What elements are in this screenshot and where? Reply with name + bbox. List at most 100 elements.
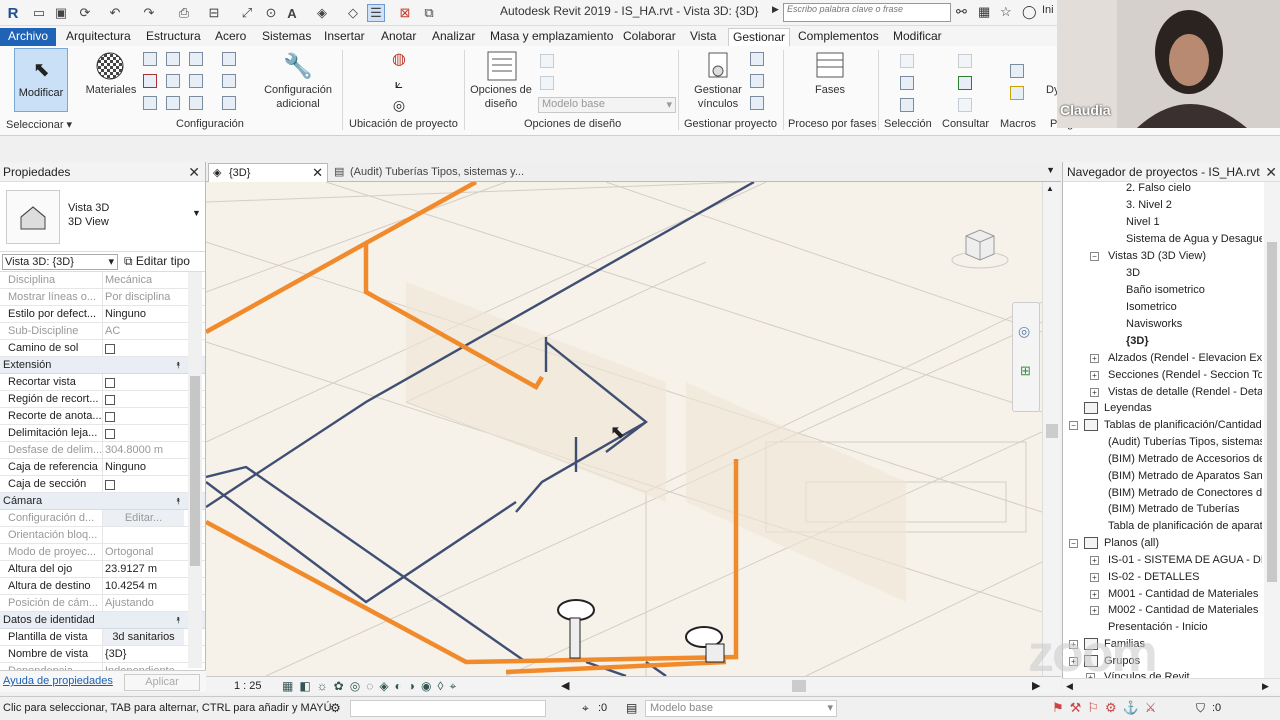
tab-vista[interactable]: Vista xyxy=(686,28,720,46)
property-row[interactable]: Recorte de anota... xyxy=(0,408,205,425)
property-value[interactable]: 304.8000 m xyxy=(102,442,184,458)
collapse-icon[interactable]: ⯭ xyxy=(176,612,181,628)
checkbox-icon[interactable] xyxy=(105,480,115,490)
undo-icon[interactable]: ↶ xyxy=(106,4,124,22)
expand-arrow-icon[interactable]: ▶ xyxy=(772,4,779,15)
property-row[interactable]: Nombre de vista {3D} xyxy=(0,646,205,663)
macro-manager-icon[interactable] xyxy=(1010,64,1024,78)
favorites-star-icon[interactable]: ☆ xyxy=(1000,4,1012,20)
property-value[interactable]: {3D} xyxy=(102,646,184,662)
property-value[interactable]: Por disciplina xyxy=(102,289,184,305)
property-row[interactable]: Desfase de delim... 304.8000 m xyxy=(0,442,205,459)
redo-icon[interactable]: ↷ xyxy=(140,4,158,22)
property-value[interactable]: Ortogonal xyxy=(102,544,184,560)
save-icon[interactable]: ▣ xyxy=(52,4,70,22)
navigation-bar[interactable]: ◎ ⊞ xyxy=(1012,302,1040,412)
close-icon[interactable]: ✕ xyxy=(312,164,323,182)
tab-gestionar[interactable]: Gestionar xyxy=(728,28,791,46)
filter-icon[interactable]: ⛉ xyxy=(1196,701,1205,716)
3d-view-canvas[interactable]: ◎ ⊞ ⬉ xyxy=(206,182,1042,676)
browser-tree-item[interactable]: Isometrico xyxy=(1126,299,1262,316)
property-category[interactable]: Cámara ⯭ xyxy=(0,493,205,510)
property-row[interactable]: Camino de sol xyxy=(0,340,205,357)
property-row[interactable]: Estilo por defect... Ninguno xyxy=(0,306,205,323)
design-option-icon[interactable]: ▤ xyxy=(626,701,637,715)
mep-settings-icon[interactable] xyxy=(222,74,236,88)
property-row[interactable]: Configuración d... Editar... xyxy=(0,510,205,527)
expand-icon[interactable]: + xyxy=(1090,573,1099,582)
transfer-standards-icon[interactable] xyxy=(143,96,157,110)
view-scale[interactable]: 1 : 25 xyxy=(234,680,262,692)
wrench-icon[interactable]: 🔧 xyxy=(282,50,314,82)
property-row[interactable]: Mostrar líneas o... Por disciplina xyxy=(0,289,205,306)
checkbox-icon[interactable] xyxy=(105,344,115,354)
browser-tree-item[interactable]: Planos (all) xyxy=(1104,535,1262,552)
panel-schedule-icon[interactable] xyxy=(222,96,236,110)
location-globe-icon[interactable]: ◍ xyxy=(388,48,410,70)
property-row[interactable]: Altura del ojo 23.9127 m xyxy=(0,561,205,578)
property-value[interactable]: Ninguno xyxy=(102,306,184,322)
scroll-left-icon[interactable]: ◀ xyxy=(561,679,569,692)
checkbox-icon[interactable] xyxy=(105,429,115,439)
tab-arquitectura[interactable]: Arquitectura xyxy=(62,28,135,46)
property-checkbox[interactable] xyxy=(102,408,184,424)
sign-in-text[interactable]: Ini xyxy=(1042,4,1054,16)
property-category[interactable]: Extensión ⯭ xyxy=(0,357,205,374)
switch-windows-icon[interactable]: ⧉ xyxy=(420,4,438,22)
thin-lines-icon[interactable]: ☰ xyxy=(367,4,385,22)
edit-type-button[interactable]: ⧉ Editar tipo xyxy=(124,254,190,269)
expand-icon[interactable]: + xyxy=(1090,371,1099,380)
search-input[interactable]: Escribo palabra clave o frase xyxy=(783,3,951,22)
expand-icon[interactable]: + xyxy=(1090,590,1099,599)
property-row[interactable]: Orientación bloq... xyxy=(0,527,205,544)
text-icon[interactable]: A xyxy=(283,4,301,22)
browser-tree-item[interactable]: (Audit) Tuberías Tipos, sistemas xyxy=(1108,434,1262,451)
modificar-button[interactable]: ⬉ Modificar xyxy=(14,48,68,112)
expand-icon[interactable]: + xyxy=(1090,556,1099,565)
ids-of-selection-icon[interactable] xyxy=(958,54,972,68)
dimension-icon[interactable]: ⤢ xyxy=(238,4,256,22)
print-icon[interactable]: ⎙ xyxy=(175,4,193,22)
type-selector[interactable]: Vista 3D 3D View ▼ xyxy=(0,182,205,252)
browser-vertical-scrollbar[interactable] xyxy=(1264,182,1280,678)
expand-icon[interactable]: + xyxy=(1090,354,1099,363)
manage-images-icon[interactable] xyxy=(750,52,764,66)
browser-tree-item[interactable]: (BIM) Metrado de Accesorios de xyxy=(1108,451,1262,468)
3d-view-icon[interactable]: ◈ xyxy=(313,4,331,22)
structural-settings-icon[interactable] xyxy=(222,52,236,66)
property-value[interactable]: Mecánica xyxy=(102,272,184,288)
manage-links-icon[interactable] xyxy=(702,50,734,82)
property-row[interactable]: Recortar vista xyxy=(0,374,205,391)
collapse-icon[interactable]: ⯭ xyxy=(176,493,181,509)
snaps-icon[interactable] xyxy=(166,52,180,66)
materials-sphere-icon[interactable] xyxy=(94,50,126,82)
tab-masa-emplazamiento[interactable]: Masa y emplazamiento xyxy=(486,28,617,46)
checkbox-icon[interactable] xyxy=(105,378,115,388)
browser-tree-item[interactable]: M002 - Cantidad de Materiales xyxy=(1108,602,1262,619)
property-row[interactable]: Caja de sección xyxy=(0,476,205,493)
worksets-icon[interactable]: ⚙ xyxy=(330,701,341,715)
view-instance-select[interactable]: Vista 3D: {3D} ▾ xyxy=(2,254,118,270)
browser-tree-item[interactable]: Sistema de Agua y Desague xyxy=(1126,231,1262,248)
purge-unused-icon[interactable] xyxy=(166,96,180,110)
add-to-set-icon[interactable] xyxy=(540,54,554,68)
coordinates-icon[interactable]: ⟀ xyxy=(388,72,410,94)
design-options-icon[interactable] xyxy=(486,50,518,82)
browser-tree-item[interactable]: Tablas de planificación/Cantidad xyxy=(1104,417,1262,434)
property-row[interactable]: Modo de proyec... Ortogonal xyxy=(0,544,205,561)
properties-scrollbar[interactable] xyxy=(188,272,202,668)
seleccionar-panel-title[interactable]: Seleccionar ▾ xyxy=(6,118,72,131)
tab-anotar[interactable]: Anotar xyxy=(377,28,420,46)
workset-field[interactable] xyxy=(350,700,546,717)
property-value[interactable]: Ajustando xyxy=(102,595,184,611)
sync-icon[interactable]: ⟳ xyxy=(76,4,94,22)
property-checkbox[interactable] xyxy=(102,391,184,407)
tab-modificar[interactable]: Modificar xyxy=(889,28,946,46)
properties-help-link[interactable]: Ayuda de propiedades xyxy=(3,675,113,687)
project-info-icon[interactable] xyxy=(189,52,203,66)
property-row[interactable]: Sub-Discipline AC xyxy=(0,323,205,340)
object-styles-icon[interactable] xyxy=(143,52,157,66)
tab-insertar[interactable]: Insertar xyxy=(320,28,369,46)
browser-tree-item[interactable]: Baño isometrico xyxy=(1126,282,1262,299)
property-value[interactable] xyxy=(102,527,184,543)
